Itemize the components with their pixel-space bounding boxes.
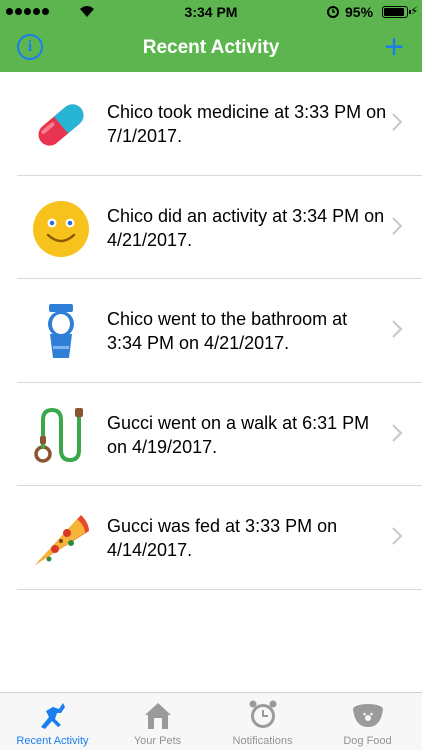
dog-bowl-icon <box>353 704 383 727</box>
list-item[interactable]: Chico went to the bathroom at 3:34 PM on… <box>17 279 422 383</box>
activity-text: Chico did an activity at 3:34 PM on 4/21… <box>107 205 385 250</box>
activity-text: Chico took medicine at 3:33 PM on 7/1/20… <box>107 102 387 146</box>
tab-bar: Recent Activity Your Pets Notifications … <box>0 692 422 750</box>
tab-label: Dog Food <box>343 735 392 747</box>
list-item[interactable]: Chico did an activity at 3:34 PM on 4/21… <box>17 176 422 279</box>
tab-label: Recent Activity <box>16 735 89 747</box>
running-dog-icon <box>41 703 65 729</box>
leash-icon <box>34 407 83 463</box>
pill-icon <box>38 104 84 146</box>
plus-icon[interactable]: + <box>380 30 408 64</box>
list-item[interactable]: Chico took medicine at 3:33 PM on 7/1/20… <box>17 72 422 176</box>
tab-label: Your Pets <box>133 735 182 747</box>
activity-text: Gucci was fed at 3:33 PM on 4/14/2017. <box>107 516 338 560</box>
list-item[interactable]: Gucci was fed at 3:33 PM on 4/14/2017. <box>17 486 422 590</box>
alarm-clock-icon <box>327 6 339 18</box>
house-icon <box>145 703 171 729</box>
tab-label: Notifications <box>232 735 293 747</box>
chevron-right-icon <box>392 527 403 545</box>
charging-bolt-icon: ⚡ <box>410 4 419 18</box>
chevron-right-icon <box>392 113 403 131</box>
tab-your-pets[interactable]: Your Pets <box>105 693 210 750</box>
battery-icon <box>382 6 411 18</box>
tab-recent-activity[interactable]: Recent Activity <box>0 693 105 750</box>
activity-text: Gucci went on a walk at 6:31 PM on 4/19/… <box>107 412 370 457</box>
navigation-bar: i Recent Activity + <box>0 24 422 72</box>
smiley-face-icon <box>33 200 89 257</box>
pizza-slice-icon <box>35 515 89 565</box>
list-item[interactable]: Gucci went on a walk at 6:31 PM on 4/19/… <box>17 383 422 486</box>
alarm-clock-icon <box>249 700 277 728</box>
activity-text: Chico went to the bathroom at 3:34 PM on… <box>107 309 348 353</box>
activity-list: Chico took medicine at 3:33 PM on 7/1/20… <box>17 72 422 590</box>
tab-notifications[interactable]: Notifications <box>210 693 315 750</box>
chevron-right-icon <box>392 320 403 338</box>
chevron-right-icon <box>392 216 403 235</box>
battery-percent: 95% <box>345 4 374 20</box>
toilet-icon <box>48 304 74 358</box>
chevron-right-icon <box>392 423 403 442</box>
status-bar: 3:34 PM 95% ⚡ <box>0 0 422 24</box>
page-title: Recent Activity <box>142 37 280 58</box>
tab-dog-food[interactable]: Dog Food <box>315 693 420 750</box>
